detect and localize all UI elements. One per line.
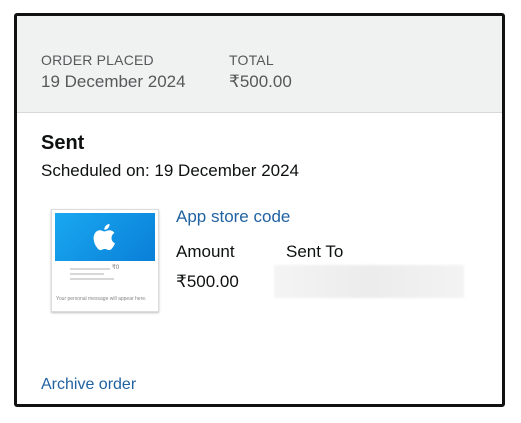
gift-card-details (70, 268, 130, 288)
detail-line (70, 268, 110, 270)
apple-logo-icon (93, 223, 115, 251)
order-card: ORDER PLACED 19 December 2024 TOTAL ₹500… (14, 13, 505, 407)
detail-line (70, 273, 104, 275)
gift-card-banner (55, 213, 155, 261)
order-total-value: ₹500.00 (229, 72, 292, 91)
redacted-recipient (274, 265, 464, 298)
gift-card-thumbnail[interactable]: ₹0 Your personal message will appear her… (51, 209, 159, 312)
amount-value: ₹500.00 (176, 272, 239, 291)
scheduled-date: Scheduled on: 19 December 2024 (41, 161, 300, 180)
shipment-status: Sent (41, 132, 85, 154)
order-placed-block: ORDER PLACED 19 December 2024 (41, 51, 186, 93)
amount-label: Amount (176, 242, 235, 261)
order-total-block: TOTAL ₹500.00 (229, 51, 292, 93)
sent-to-label: Sent To (286, 242, 344, 261)
gift-card-mini-amount: ₹0 (112, 265, 120, 271)
order-placed-date: 19 December 2024 (41, 72, 186, 91)
archive-order-link[interactable]: Archive order (41, 376, 136, 394)
detail-line (70, 278, 114, 280)
product-title-link[interactable]: App store code (176, 207, 290, 227)
order-placed-label: ORDER PLACED (41, 52, 154, 68)
gift-card-message: Your personal message will appear here. (56, 296, 147, 302)
order-header: ORDER PLACED 19 December 2024 TOTAL ₹500… (17, 16, 502, 113)
order-total-label: TOTAL (229, 52, 274, 68)
